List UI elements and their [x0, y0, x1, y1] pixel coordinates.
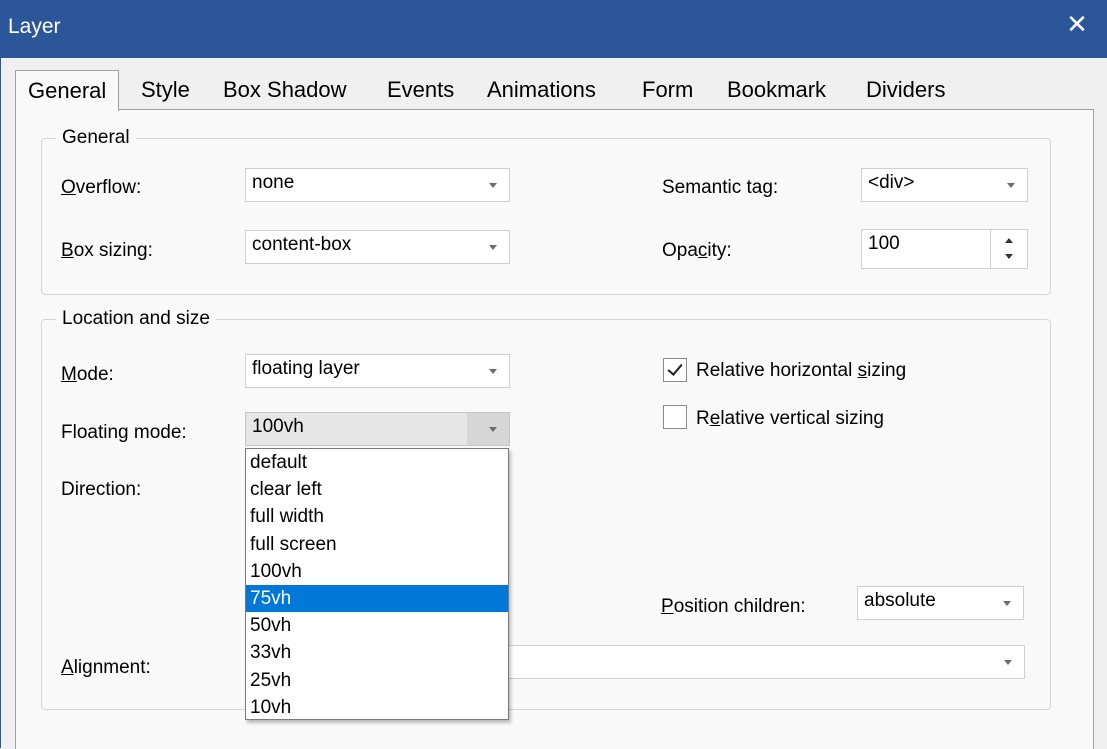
dropdown-option[interactable]: full width [246, 503, 508, 530]
box-sizing-label-accel: B [61, 240, 74, 261]
chevron-down-icon [489, 183, 497, 188]
chevron-down-icon [489, 245, 497, 250]
semantic-tag-label: Semantic tag: [662, 177, 779, 198]
semantic-tag-select[interactable]: <div> [861, 168, 1028, 202]
box-sizing-value: content-box [252, 234, 352, 255]
alignment-label: Alignment: [61, 657, 151, 679]
floating-mode-select[interactable]: 100vh [245, 412, 510, 446]
dropdown-option[interactable]: default [246, 449, 508, 476]
dropdown-option[interactable]: 10vh [246, 694, 508, 721]
box-sizing-select[interactable]: content-box [245, 230, 510, 264]
tab-dividers[interactable]: Dividers [862, 74, 949, 106]
position-children-value: absolute [864, 590, 936, 611]
tab-general[interactable]: General [15, 70, 120, 111]
relative-horizontal-checkbox[interactable] [663, 358, 687, 382]
general-group-title: General [56, 127, 136, 149]
tab-form[interactable]: Form [638, 74, 697, 106]
floating-mode-value: 100vh [252, 416, 304, 437]
position-children-select[interactable]: absolute [857, 586, 1024, 620]
tab-style[interactable]: Style [137, 74, 194, 106]
mode-label-text: ode: [76, 364, 114, 385]
relative-horizontal-label: Relative horizontal sizing [696, 360, 906, 382]
overflow-label-accel: O [61, 177, 76, 198]
relative-vertical-label-post: lative vertical sizing [720, 408, 884, 429]
position-children-label-accel: P [661, 596, 674, 617]
floating-mode-dropdown-list: default clear left full width full scree… [245, 448, 509, 720]
mode-label: Mode: [61, 364, 114, 386]
tab-animations[interactable]: Animations [483, 74, 600, 106]
location-size-group-title: Location and size [56, 308, 216, 330]
title-bar: Layer ✕ [0, 0, 1107, 58]
chevron-down-icon [1007, 183, 1015, 188]
box-sizing-label: Box sizing: [61, 240, 153, 262]
relative-horizontal-label-pre: Relative horizontal [696, 360, 858, 381]
spin-up-icon[interactable] [1005, 238, 1013, 243]
floating-mode-label: Floating mode: [61, 422, 187, 443]
close-icon[interactable]: ✕ [1047, 0, 1107, 48]
alignment-label-text: lignment: [73, 657, 151, 678]
chevron-down-icon [489, 369, 497, 374]
dropdown-option[interactable]: 25vh [246, 667, 508, 694]
direction-label: Direction: [61, 479, 142, 500]
opacity-label-post: ity: [707, 240, 732, 261]
position-children-label: Position children: [661, 596, 806, 618]
window-title: Layer [8, 15, 61, 38]
relative-vertical-label: Relative vertical sizing [696, 408, 884, 430]
spin-down-icon[interactable] [1005, 254, 1013, 259]
dropdown-option[interactable]: 33vh [246, 639, 508, 666]
mode-label-accel: M [61, 364, 77, 385]
dropdown-option-selected[interactable]: 75vh [246, 584, 508, 613]
tab-strip: General Style Box Shadow Events Animatio… [15, 70, 1095, 111]
relative-horizontal-label-accel: s [857, 360, 868, 381]
overflow-select[interactable]: none [245, 168, 510, 202]
tab-events[interactable]: Events [383, 74, 458, 106]
position-children-label-text: osition children: [673, 596, 806, 617]
relative-horizontal-label-post: izing [867, 360, 907, 381]
general-group [41, 138, 1051, 295]
opacity-stepper[interactable]: 100 [861, 229, 1028, 269]
dropdown-option[interactable]: 100vh [246, 558, 508, 585]
opacity-label-pre: Opa [662, 240, 698, 261]
chevron-down-icon [1003, 601, 1011, 606]
dropdown-button[interactable] [467, 413, 509, 445]
relative-vertical-label-accel: e [709, 408, 721, 429]
chevron-down-icon [489, 427, 497, 432]
opacity-value: 100 [868, 233, 900, 254]
relative-vertical-checkbox[interactable] [663, 405, 687, 429]
overflow-label-text: verflow: [75, 177, 142, 198]
tab-bookmark[interactable]: Bookmark [723, 74, 830, 106]
overflow-label: Overflow: [61, 177, 141, 199]
opacity-spin-buttons[interactable] [990, 230, 1027, 268]
opacity-label-accel: c [697, 240, 708, 261]
dropdown-option[interactable]: clear left [246, 476, 508, 503]
window-border [0, 58, 1, 748]
relative-vertical-label-pre: R [696, 408, 710, 429]
overflow-value: none [252, 172, 295, 193]
box-sizing-label-text: ox sizing: [73, 240, 153, 261]
chevron-down-icon [1004, 660, 1012, 665]
mode-value: floating layer [252, 358, 360, 379]
tab-panel-general: General Overflow: none Box sizing: conte… [15, 109, 1094, 749]
tab-box-shadow[interactable]: Box Shadow [219, 74, 351, 106]
mode-select[interactable]: floating layer [245, 354, 510, 388]
semantic-tag-value: <div> [868, 172, 915, 193]
opacity-label: Opacity: [662, 240, 732, 262]
dropdown-option[interactable]: full screen [246, 531, 508, 558]
dropdown-option[interactable]: 50vh [246, 612, 508, 639]
alignment-label-accel: A [61, 657, 74, 678]
